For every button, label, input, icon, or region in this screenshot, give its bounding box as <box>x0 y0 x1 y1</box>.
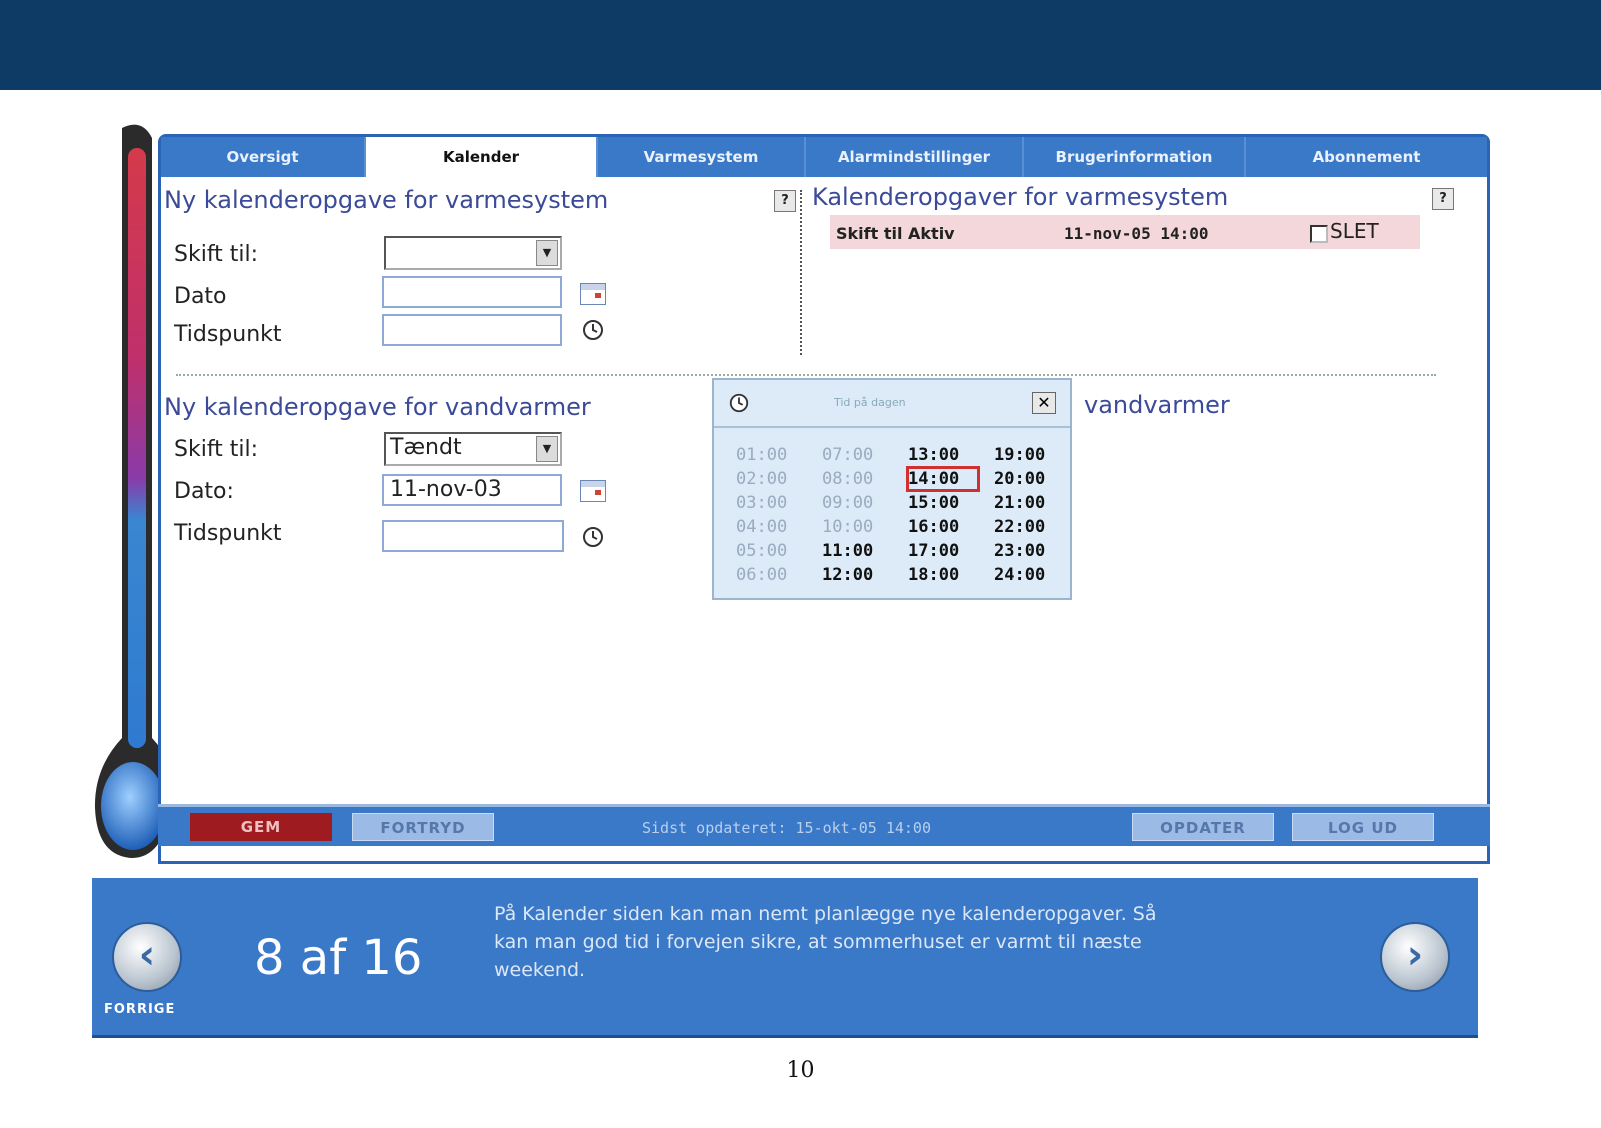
calendar-icon[interactable] <box>580 480 606 502</box>
time-slot[interactable]: 22:00 <box>994 516 1064 538</box>
clock-icon[interactable] <box>581 525 605 549</box>
tab-kalender[interactable]: Kalender <box>366 137 598 177</box>
prev-label[interactable]: FORRIGE <box>104 1002 175 1017</box>
heating-switch-select[interactable]: ▼ <box>384 236 562 270</box>
time-slot[interactable]: 24:00 <box>994 564 1064 586</box>
tab-bar: Oversigt Kalender Varmesystem Alarmindst… <box>161 137 1487 177</box>
time-slot[interactable]: 02:00 <box>736 468 806 490</box>
time-slot[interactable]: 05:00 <box>736 540 806 562</box>
save-button[interactable]: GEM <box>190 813 332 841</box>
heating-tasks-title: Kalenderopgaver for varmesystem <box>812 183 1229 211</box>
time-slot[interactable]: 14:00 <box>906 466 980 492</box>
water-tasks-title: vandvarmer <box>1084 391 1230 419</box>
tab-oversigt[interactable]: Oversigt <box>161 137 366 177</box>
water-switch-label: Skift til: <box>174 437 259 462</box>
time-slot[interactable]: 15:00 <box>908 492 978 514</box>
tab-varmesystem[interactable]: Varmesystem <box>598 137 806 177</box>
time-slot[interactable]: 19:00 <box>994 444 1064 466</box>
heating-time-label: Tidspunkt <box>174 322 282 347</box>
time-slot[interactable]: 12:00 <box>822 564 892 586</box>
time-slot[interactable]: 11:00 <box>822 540 892 562</box>
chevron-down-icon[interactable]: ▼ <box>536 436 558 462</box>
slide-description: På Kalender siden kan man nemt planlægge… <box>494 903 1157 981</box>
time-slot[interactable]: 10:00 <box>822 516 892 538</box>
task-datetime: 11-nov-05 14:00 <box>1064 224 1209 243</box>
refresh-button[interactable]: OPDATER <box>1132 813 1274 841</box>
time-slot[interactable]: 18:00 <box>908 564 978 586</box>
water-switch-select[interactable]: Tændt ▼ <box>384 432 562 466</box>
table-row: Skift til Aktiv 11-nov-05 14:00 SLET <box>830 215 1420 249</box>
section-divider <box>176 374 1436 376</box>
time-slot[interactable]: 16:00 <box>908 516 978 538</box>
time-slot[interactable]: 23:00 <box>994 540 1064 562</box>
action-bar: GEM FORTRYD Sidst opdateret: 15-okt-05 1… <box>158 804 1490 846</box>
chevron-left-icon[interactable]: ‹ <box>112 922 182 992</box>
delete-checkbox[interactable] <box>1310 225 1328 243</box>
heating-date-input[interactable] <box>382 276 562 308</box>
calendar-icon[interactable] <box>580 283 606 305</box>
water-date-input[interactable]: 11-nov-03 <box>382 474 562 506</box>
clock-icon[interactable] <box>581 318 605 342</box>
task-name: Skift til Aktiv <box>836 224 955 243</box>
slide-counter: 8 af 16 <box>254 930 423 986</box>
time-picker-popup: Tid på dagen ✕ 01:00 02:00 03:00 04:00 05:00… <box>712 378 1072 600</box>
time-slot[interactable]: 01:00 <box>736 444 806 466</box>
close-icon[interactable]: ✕ <box>1032 392 1056 414</box>
chevron-down-icon[interactable]: ▼ <box>536 240 558 266</box>
top-banner <box>0 0 1601 90</box>
heating-switch-label: Skift til: <box>174 242 259 267</box>
chevron-right-icon[interactable]: › <box>1380 922 1450 992</box>
time-slot[interactable]: 17:00 <box>908 540 978 562</box>
help-icon[interactable]: ? <box>1432 188 1454 210</box>
heating-time-input[interactable] <box>382 314 562 346</box>
last-updated-status: Sidst opdateret: 15-okt-05 14:00 <box>642 819 931 837</box>
time-slot[interactable]: 03:00 <box>736 492 806 514</box>
water-switch-value: Tændt <box>390 435 462 460</box>
popup-header: Tid på dagen ✕ <box>714 380 1070 428</box>
time-slot[interactable]: 13:00 <box>908 444 978 466</box>
tab-brugerinformation[interactable]: Brugerinformation <box>1024 137 1246 177</box>
time-slot[interactable]: 20:00 <box>994 468 1064 490</box>
logout-button[interactable]: LOG UD <box>1292 813 1434 841</box>
heating-date-label: Dato <box>174 284 227 309</box>
clock-icon <box>729 393 749 413</box>
heating-new-task-title: Ny kalenderopgave for varmesystem <box>164 186 609 214</box>
column-divider <box>800 190 802 355</box>
undo-button[interactable]: FORTRYD <box>352 813 494 841</box>
time-slot[interactable]: 09:00 <box>822 492 892 514</box>
water-date-label: Dato: <box>174 479 234 504</box>
time-slot[interactable]: 06:00 <box>736 564 806 586</box>
time-slot[interactable]: 04:00 <box>736 516 806 538</box>
popup-title: Tid på dagen <box>834 396 906 409</box>
help-icon[interactable]: ? <box>774 190 796 212</box>
time-slot[interactable]: 21:00 <box>994 492 1064 514</box>
time-slot[interactable]: 07:00 <box>822 444 892 466</box>
page-number: 10 <box>786 1058 815 1083</box>
water-time-input[interactable] <box>382 520 564 552</box>
tab-alarmindstillinger[interactable]: Alarmindstillinger <box>806 137 1024 177</box>
water-time-label: Tidspunkt <box>174 521 282 546</box>
water-new-task-title: Ny kalenderopgave for vandvarmer <box>164 393 591 421</box>
delete-label: SLET <box>1330 219 1379 243</box>
time-slot[interactable]: 08:00 <box>822 468 892 490</box>
tab-abonnement[interactable]: Abonnement <box>1246 137 1487 177</box>
